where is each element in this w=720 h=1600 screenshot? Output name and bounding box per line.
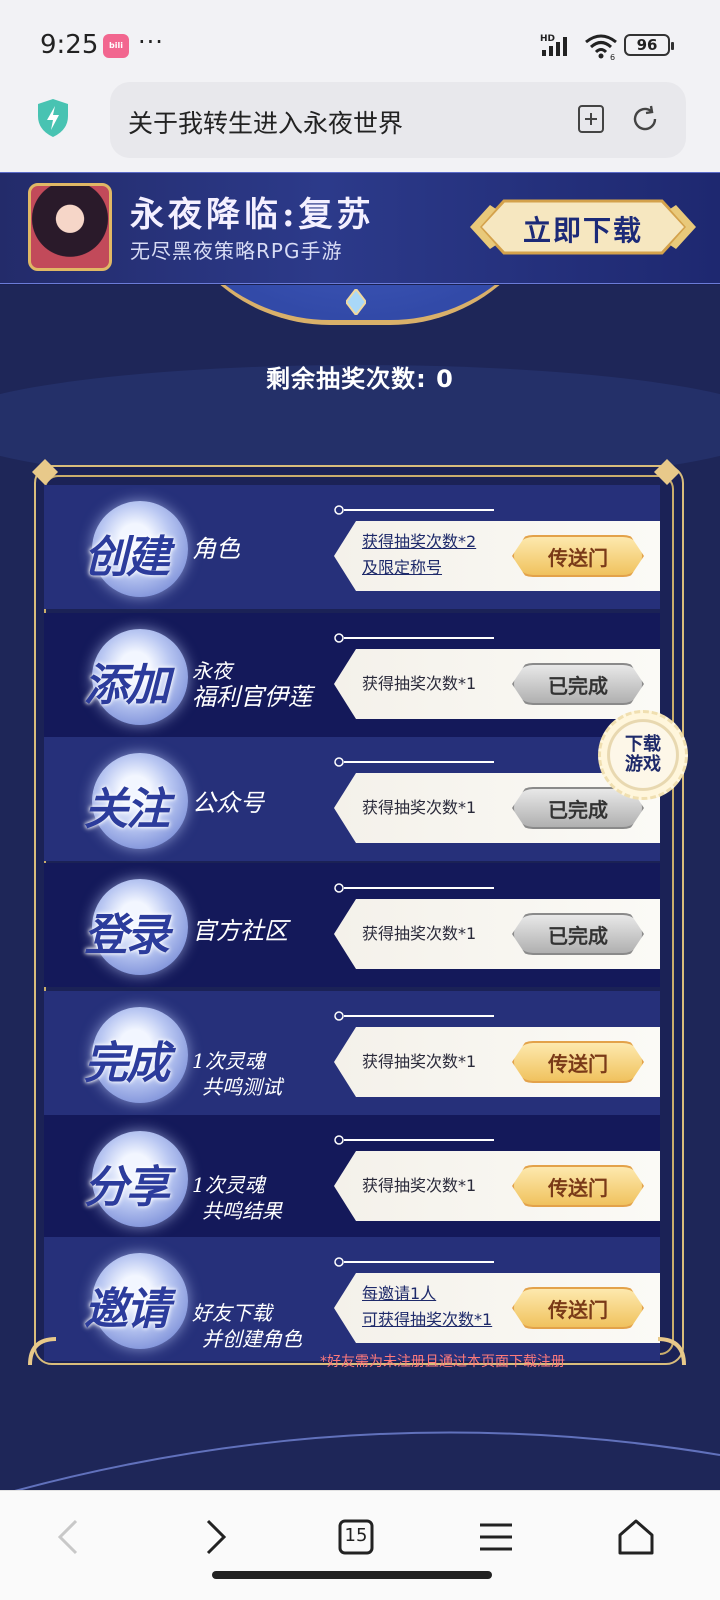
browser-address-bar: 关于我转生进入永夜世界 (0, 80, 720, 172)
page-title: 关于我转生进入永夜世界 (128, 109, 404, 138)
back-icon[interactable] (48, 1515, 92, 1559)
task-action: 登录 (84, 910, 170, 961)
invite-note: *好友需为未注册且通过本页面下载注册 (320, 1354, 565, 1370)
screen: 9:25 bili ··· HD 6 96 关于我转生进入永夜世界 永夜降临:复… (0, 0, 720, 1600)
corner-ornament-icon (657, 1337, 686, 1366)
cellular-signal-icon: HD (540, 34, 567, 56)
card-ornament-icon (334, 1257, 494, 1267)
task-card: 获得抽奖次数*1 传送门 (334, 1151, 660, 1221)
status-more-icon: ··· (138, 28, 164, 56)
task-reward-extra[interactable]: 可获得抽奖次数*1 (362, 1307, 492, 1333)
task-reward: 获得抽奖次数*1 (362, 1176, 477, 1195)
task-row: 分享 1次灵魂 共鸣结果 获得抽奖次数*1 传送门 (44, 1115, 660, 1239)
home-icon[interactable] (614, 1515, 658, 1559)
floating-download-button[interactable]: 下载 游戏 (598, 710, 688, 800)
completed-button: 已完成 (512, 663, 644, 705)
task-card: 获得抽奖次数*2 及限定称号 传送门 (334, 521, 660, 591)
security-shield-icon[interactable] (36, 98, 70, 138)
card-ornament-icon (334, 757, 494, 767)
portal-button[interactable]: 传送门 (512, 1165, 644, 1207)
task-card: 获得抽奖次数*1 已完成 (334, 899, 660, 969)
event-page: 剩余抽奖次数: 0 创建 角色 获得抽奖次数*2 及限定称号 传送门 添加 永夜… (0, 285, 720, 1490)
bookmark-add-icon[interactable] (576, 104, 606, 134)
task-card: 获得抽奖次数*1 传送门 (334, 1027, 660, 1097)
gem-icon (346, 289, 366, 315)
card-ornament-icon (334, 883, 494, 893)
forward-icon[interactable] (192, 1515, 236, 1559)
portal-button[interactable]: 传送门 (512, 1287, 644, 1329)
task-reward-extra[interactable]: 及限定称号 (362, 555, 442, 581)
task-action: 完成 (84, 1038, 170, 1089)
task-target: 1次灵魂 (192, 1049, 265, 1073)
task-action: 分享 (84, 1162, 170, 1213)
task-target-line2: 共鸣测试 (202, 1075, 282, 1099)
battery-icon: 96 (624, 34, 674, 56)
status-time: 9:25 (40, 30, 99, 60)
task-target-line2: 共鸣结果 (202, 1199, 282, 1223)
floating-download-line2: 游戏 (625, 754, 661, 775)
game-subtitle: 无尽黑夜策略RPG手游 (130, 239, 343, 263)
task-reward[interactable]: 获得抽奖次数*2 (362, 529, 476, 555)
tabs-button[interactable]: 15 (334, 1515, 378, 1559)
svg-text:HD: HD (540, 34, 555, 44)
download-now-button[interactable]: 立即下载 (470, 195, 696, 259)
browser-bottom-nav: 15 (0, 1490, 720, 1600)
menu-icon[interactable] (474, 1515, 518, 1559)
task-target-line2: 福利官伊莲 (192, 683, 312, 711)
game-ad-banner[interactable]: 永夜降临:复苏 无尽黑夜策略RPG手游 立即下载 (0, 172, 720, 284)
floating-download-line1: 下载 (625, 734, 661, 755)
download-now-label: 立即下载 (522, 214, 643, 247)
task-row: 创建 角色 获得抽奖次数*2 及限定称号 传送门 (44, 485, 660, 609)
corner-ornament-icon (32, 459, 58, 485)
portal-button[interactable]: 传送门 (512, 1041, 644, 1083)
corner-ornament-icon (654, 459, 680, 485)
reload-icon[interactable] (630, 104, 660, 134)
task-card: 每邀请1人 可获得抽奖次数*1 传送门 (334, 1273, 660, 1343)
game-character-avatar (28, 183, 112, 271)
decorative-arc (14, 1431, 720, 1490)
task-target: 永夜 (192, 659, 232, 683)
svg-text:6: 6 (610, 53, 615, 60)
task-action: 邀请 (84, 1284, 170, 1335)
url-field[interactable]: 关于我转生进入永夜世界 (110, 82, 686, 158)
task-row: 关注 公众号 获得抽奖次数*1 已完成 (44, 737, 660, 861)
task-target: 官方社区 (192, 917, 288, 945)
task-action: 创建 (84, 532, 170, 583)
tab-count: 15 (344, 1525, 368, 1546)
task-row: 登录 官方社区 获得抽奖次数*1 已完成 (44, 863, 660, 987)
task-reward: 获得抽奖次数*1 (362, 798, 477, 817)
card-ornament-icon (334, 1135, 494, 1145)
task-row: 完成 1次灵魂 共鸣测试 获得抽奖次数*1 传送门 (44, 991, 660, 1115)
task-target: 好友下载 (192, 1301, 272, 1325)
task-target: 角色 (192, 535, 240, 563)
task-row: 邀请 好友下载 并创建角色 每邀请1人 可获得抽奖次数*1 传送门 (44, 1237, 660, 1361)
task-reward[interactable]: 每邀请1人 (362, 1281, 436, 1307)
task-target: 公众号 (192, 789, 264, 817)
task-target: 1次灵魂 (192, 1173, 265, 1197)
task-target-line2: 并创建角色 (202, 1327, 302, 1351)
task-action: 添加 (84, 660, 170, 711)
portal-button[interactable]: 传送门 (512, 535, 644, 577)
bilibili-app-icon: bili (103, 34, 129, 58)
task-reward: 获得抽奖次数*1 (362, 924, 477, 943)
corner-ornament-icon (28, 1337, 57, 1366)
task-card: 获得抽奖次数*1 已完成 (334, 649, 660, 719)
task-action: 关注 (84, 784, 170, 835)
gesture-home-bar[interactable] (212, 1571, 492, 1579)
task-reward: 获得抽奖次数*1 (362, 1052, 477, 1071)
card-ornament-icon (334, 505, 494, 515)
completed-button: 已完成 (512, 913, 644, 955)
task-reward: 获得抽奖次数*1 (362, 674, 477, 693)
game-title: 永夜降临:复苏 (130, 195, 375, 235)
card-ornament-icon (334, 1011, 494, 1021)
status-bar: 9:25 bili ··· HD 6 96 (0, 0, 720, 80)
task-row: 添加 永夜 福利官伊莲 获得抽奖次数*1 已完成 (44, 613, 660, 737)
wifi-icon: 6 (585, 34, 617, 60)
card-ornament-icon (334, 633, 494, 643)
remaining-draws: 剩余抽奖次数: 0 (266, 365, 454, 393)
